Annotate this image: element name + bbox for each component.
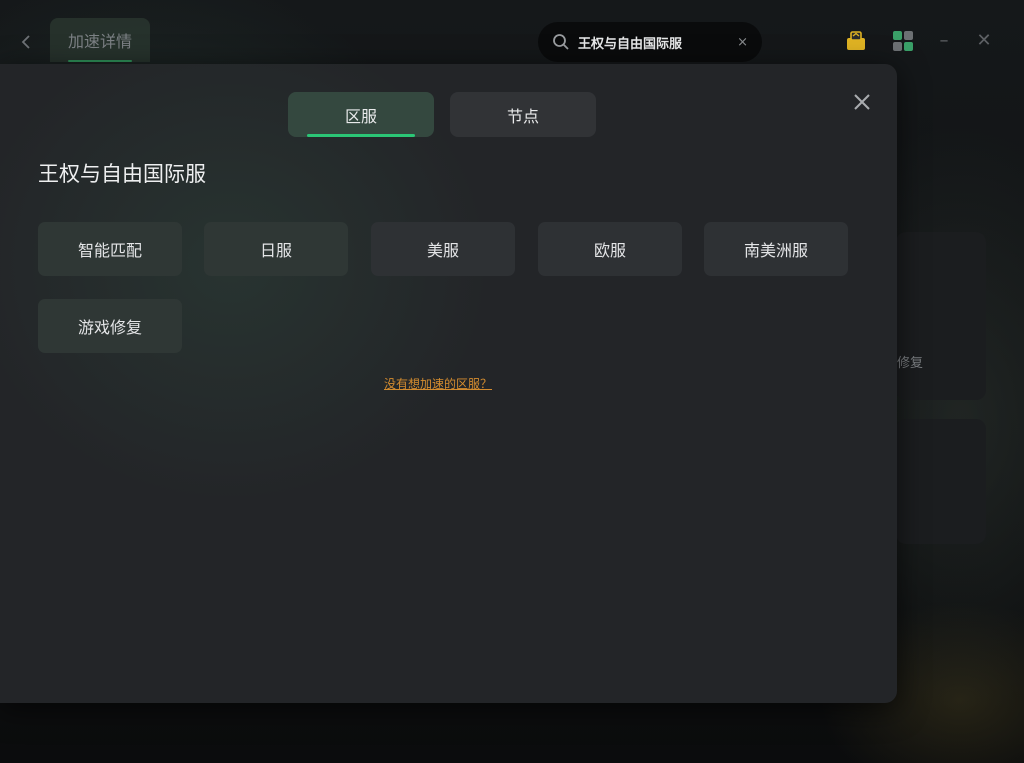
server-south-america-button[interactable]: 南美洲服: [704, 222, 848, 276]
background-card[interactable]: [896, 232, 986, 400]
server-eu-button[interactable]: 欧服: [538, 222, 682, 276]
page-title-tab[interactable]: 加速详情: [50, 18, 150, 62]
chevron-left-icon: [21, 35, 30, 49]
window-close-button[interactable]: ✕: [974, 28, 994, 52]
tab-node[interactable]: 节点: [450, 92, 596, 137]
missing-server-help-link[interactable]: 没有想加速的区服？: [384, 375, 492, 392]
game-repair-button[interactable]: 游戏修复: [38, 299, 182, 353]
back-button[interactable]: [14, 28, 38, 56]
tab-region[interactable]: 区服: [288, 92, 434, 137]
page-title: 加速详情: [67, 32, 132, 51]
tab-label: 节点: [506, 106, 539, 126]
game-search-box[interactable]: 王权与自由国际服 ×: [538, 22, 762, 62]
search-value: 王权与自由国际服: [578, 36, 683, 52]
server-label: 南美洲服: [743, 241, 808, 260]
server-label: 欧服: [593, 241, 626, 260]
apps-grid-icon[interactable]: [892, 30, 914, 52]
close-icon[interactable]: [850, 90, 874, 114]
background-card[interactable]: [896, 419, 986, 544]
background-card-text: 修复: [897, 356, 924, 371]
server-label: 日服: [259, 241, 292, 260]
clear-search-icon[interactable]: ×: [737, 35, 748, 50]
gift-box-icon[interactable]: [845, 30, 867, 52]
server-label: 美服: [426, 241, 459, 260]
server-japan-button[interactable]: 日服: [204, 222, 348, 276]
server-smart-match-button[interactable]: 智能匹配: [38, 222, 182, 276]
minimize-button[interactable]: –: [934, 28, 954, 52]
search-icon: [553, 34, 569, 50]
top-bar: 加速详情 王权与自由国际服 × – ✕: [0, 0, 1024, 62]
server-select-modal: 区服 节点 王权与自由国际服 智能匹配 日服 美服 欧服 南美洲服 游戏修复 没…: [0, 64, 897, 703]
tab-label: 区服: [344, 106, 377, 126]
app-screen: 加速详情 王权与自由国际服 × – ✕ 修复 区服 节点 王权与自由国际服 智能…: [0, 0, 1024, 763]
server-us-button[interactable]: 美服: [371, 222, 515, 276]
server-label: 游戏修复: [77, 318, 142, 337]
game-title: 王权与自由国际服: [38, 162, 206, 186]
server-label: 智能匹配: [77, 241, 142, 260]
